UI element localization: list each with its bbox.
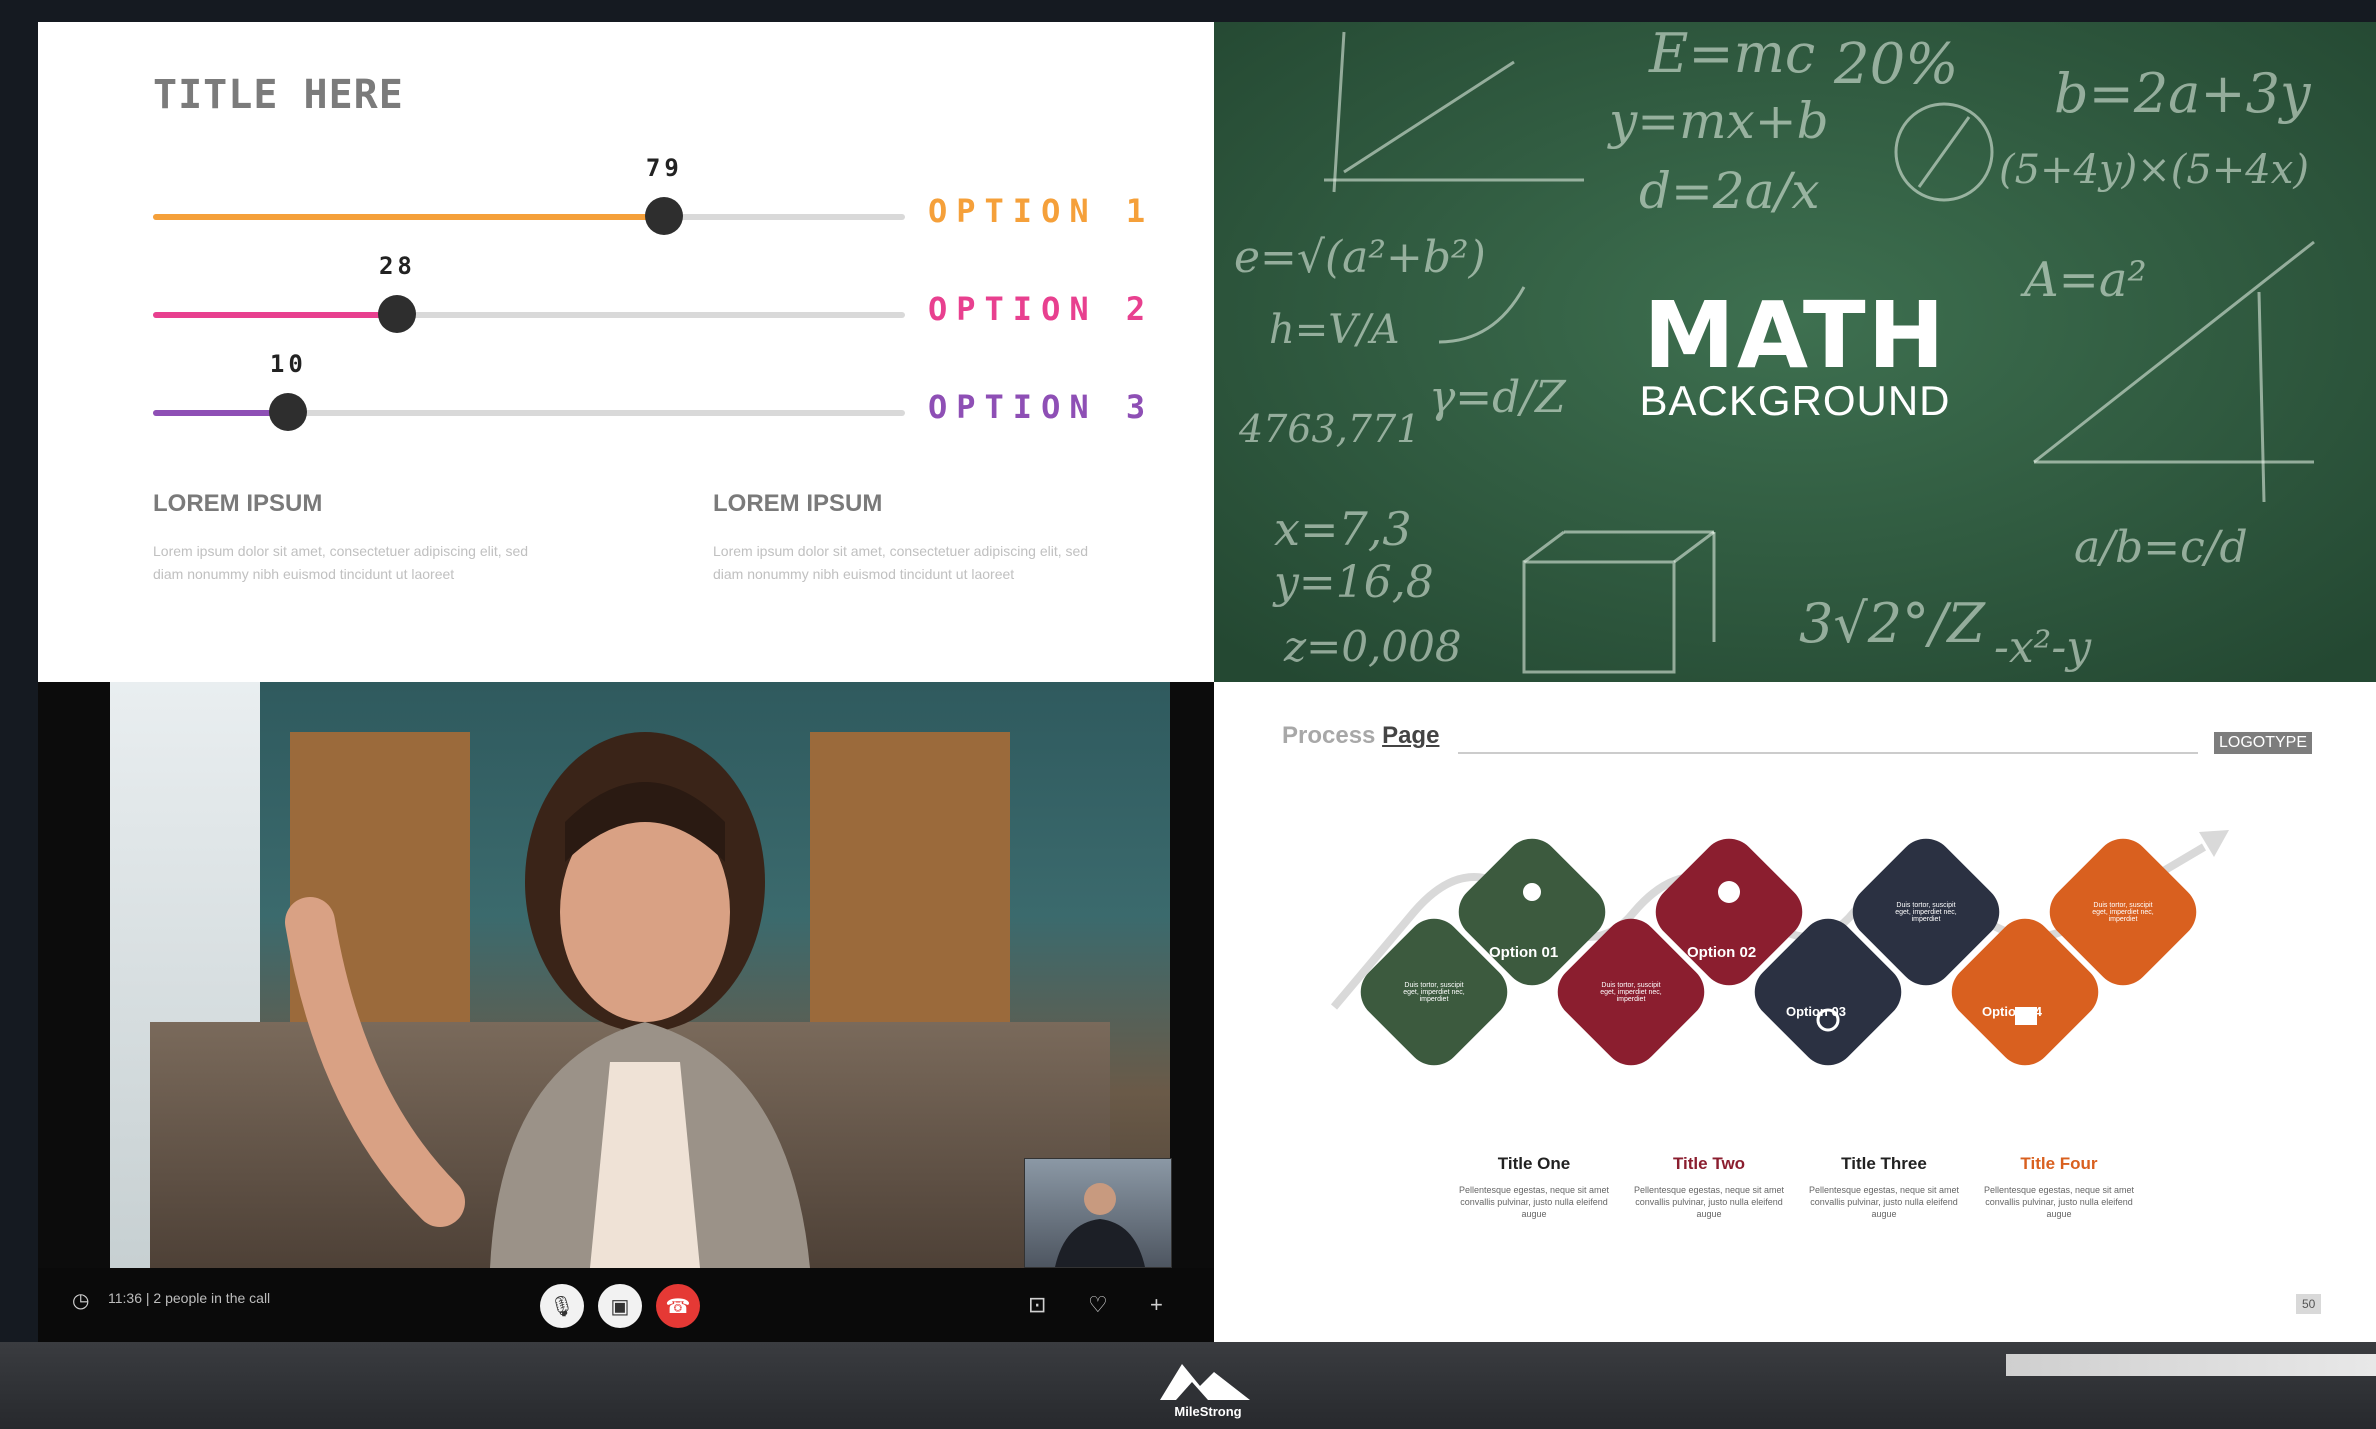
- slider-fill-3: [153, 410, 289, 416]
- scroll-strip[interactable]: [2006, 1354, 2376, 1376]
- process-diagram: [1330, 830, 2229, 1066]
- call-status: 11:36 | 2 people in the call: [108, 1290, 271, 1306]
- chalk-formula-e: e=√(a²+b²): [1234, 232, 1486, 283]
- end-call-icon: ☎: [665, 1295, 691, 1318]
- column-title-1: Title One: [1497, 1154, 1571, 1173]
- clock-icon: ◷: [72, 1290, 90, 1312]
- column-desc-1: Pellentesque egestas, neque sit amet con…: [1458, 1185, 1610, 1219]
- header-bold-word: Page: [1382, 722, 1440, 749]
- slider-value-1: 79: [645, 154, 683, 182]
- slider-fill-2: [153, 312, 398, 318]
- diamond-text-4: Duis tortor, suscipit eget, imperdiet ne…: [2092, 902, 2154, 923]
- diamond-text-2: Duis tortor, suscipit eget, imperdiet ne…: [1600, 982, 1662, 1003]
- process-header: Process Page: [1282, 722, 1439, 750]
- diamond-text-1: Duis tortor, suscipit eget, imperdiet ne…: [1403, 982, 1465, 1003]
- camera-button[interactable]: ▣: [598, 1284, 642, 1328]
- heart-icon[interactable]: ♡: [1088, 1292, 1108, 1318]
- header-rule: [1458, 752, 2198, 754]
- column-desc-2: Pellentesque egestas, neque sit amet con…: [1633, 1185, 1785, 1219]
- slider-knob-2[interactable]: [378, 295, 417, 333]
- call-control-bar: ◷ 11:36 | 2 people in the call 🎙 ▣ ☎ ⊡ ♡…: [38, 1268, 1214, 1342]
- main-video-feed: [110, 682, 1170, 1268]
- option-label-04: Option 04: [1982, 1004, 2042, 1019]
- chalk-formula-neg: -x²-y: [1994, 622, 2092, 673]
- column-text-1: Lorem ipsum dolor sit amet, consectetuer…: [153, 543, 529, 582]
- column-heading-2: LOREM IPSUM: [713, 490, 883, 517]
- diamond-text-3: Duis tortor, suscipit eget, imperdiet ne…: [1895, 902, 1957, 923]
- math-background-slide: E=mc y=mx+b d=2a/x b=2a+3y (5+4y)×(5+4x)…: [1214, 22, 2376, 682]
- chalk-percent: 20%: [1834, 32, 1959, 97]
- slider-knob-1[interactable]: [645, 197, 684, 235]
- slider-knob-3[interactable]: [269, 393, 308, 431]
- slide-title: TITLE HERE: [153, 72, 404, 118]
- column-title-3: Title Three: [1841, 1154, 1927, 1173]
- column-text-2: Lorem ipsum dolor sit amet, consectetuer…: [713, 543, 1089, 582]
- option-label-3: OPTION 3: [928, 388, 1155, 426]
- chalk-formula-x: x=7,3: [1274, 502, 1412, 556]
- chalk-formula-emc: E=mc: [1649, 22, 1816, 85]
- column-title-4: Title Four: [2020, 1154, 2098, 1173]
- plus-icon[interactable]: +: [1150, 1292, 1163, 1318]
- slider-track-1[interactable]: 79: [153, 154, 905, 235]
- mic-icon: 🎙: [549, 1295, 575, 1318]
- option-label-02: Option 02: [1687, 944, 1757, 961]
- slider-track-2[interactable]: 28: [153, 252, 905, 333]
- self-view-thumbnail[interactable]: [1024, 1158, 1172, 1268]
- logotype: LOGOTYPE: [2214, 732, 2313, 754]
- slider-value-2: 28: [378, 252, 416, 280]
- chalk-formula-z: z=0,008: [1284, 622, 1462, 671]
- math-subtitle: BACKGROUND: [1639, 377, 1951, 424]
- slider-value-3: 10: [269, 350, 307, 378]
- chalk-formula-b: b=2a+3y: [2054, 62, 2311, 125]
- mic-button[interactable]: 🎙: [540, 1284, 584, 1328]
- column-heading-1: LOREM IPSUM: [153, 490, 323, 517]
- process-slide: Process Page LOGOTYPE Option 01 Option 0…: [1214, 682, 2376, 1342]
- chalk-formula-y: y=16,8: [1274, 557, 1434, 608]
- column-desc-4: Pellentesque egestas, neque sit amet con…: [1983, 1185, 2135, 1219]
- end-call-button[interactable]: ☎: [656, 1284, 700, 1328]
- page-number: 50: [2296, 1294, 2322, 1314]
- option-label-2: OPTION 2: [928, 290, 1155, 328]
- slider-track-3[interactable]: 10: [153, 350, 905, 431]
- slider-fill-1: [153, 214, 665, 220]
- screen-share-icon[interactable]: ⊡: [1028, 1292, 1046, 1318]
- chalk-formula-root: 3√2°/Z: [1799, 592, 1985, 655]
- chalk-formula-product: (5+4y)×(5+4x): [1999, 147, 2309, 193]
- column-desc-3: Pellentesque egestas, neque sit amet con…: [1808, 1185, 1960, 1219]
- option-label-01: Option 01: [1489, 944, 1559, 961]
- video-call-window: ◷ 11:36 | 2 people in the call 🎙 ▣ ☎ ⊡ ♡…: [38, 682, 1214, 1342]
- person-avatar: [285, 732, 810, 1268]
- milestrong-logo-icon: [1160, 1364, 1250, 1400]
- header-light-word: Process: [1282, 722, 1376, 749]
- chalk-formula-line: y=mx+b: [1609, 92, 1829, 150]
- option-label-1: OPTION 1: [928, 192, 1155, 230]
- camera-icon: ▣: [610, 1295, 630, 1318]
- chalk-formula-d: d=2a/x: [1639, 162, 1820, 220]
- pip-person: [1055, 1183, 1145, 1267]
- slider-slide: TITLE HERE 79 OPTION 1 28 OPTION 2 10 OP…: [38, 22, 1214, 682]
- brand-name: MileStrong: [1174, 1404, 1242, 1419]
- option-label-03: Option 03: [1786, 1004, 1846, 1019]
- math-title: MATH: [1643, 282, 1947, 389]
- chalk-formula-ratio: a/b=c/d: [2074, 522, 2248, 573]
- column-title-2: Title Two: [1672, 1154, 1746, 1173]
